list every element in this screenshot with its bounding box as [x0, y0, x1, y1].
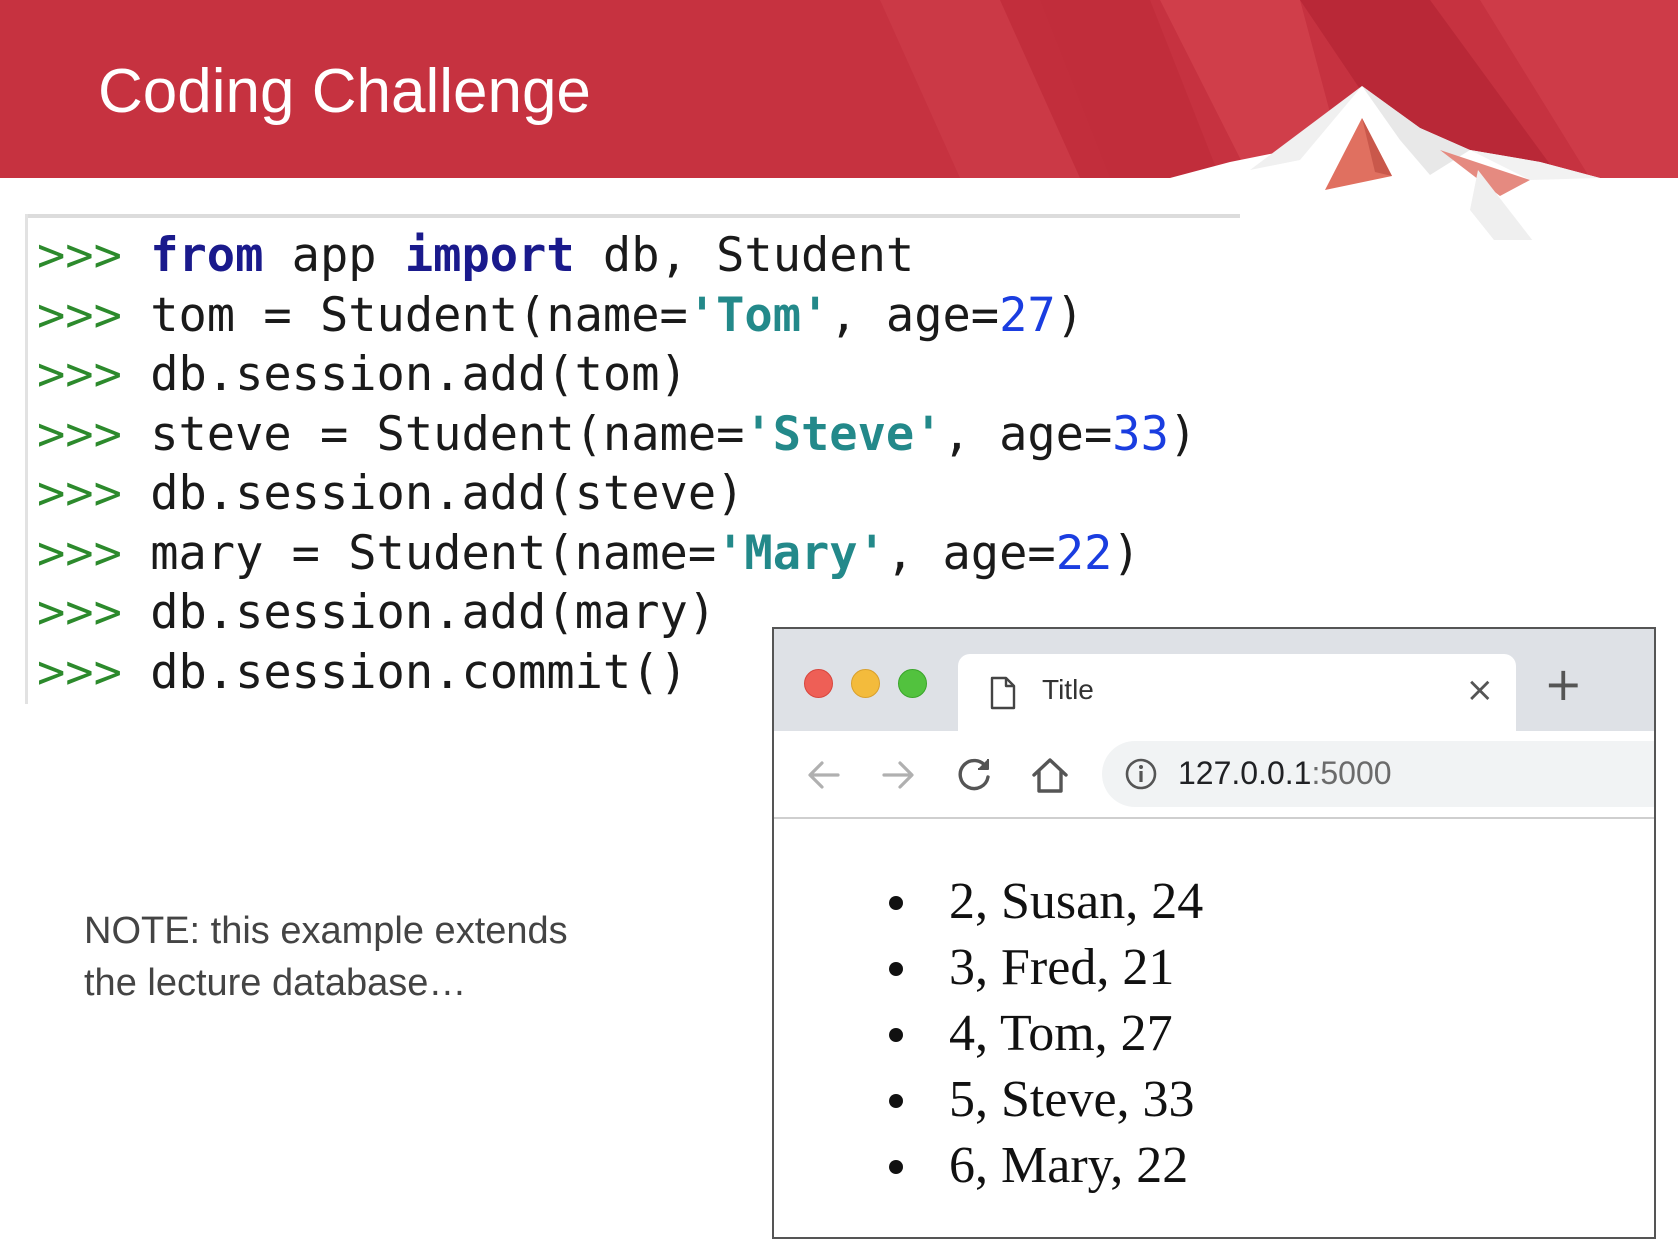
list-item: 3, Fred, 21: [889, 935, 1203, 1001]
code-text: mary = Student(name=: [150, 525, 717, 581]
code-text: db.session.add(steve): [150, 466, 745, 521]
code-string: 'Steve': [744, 406, 943, 462]
shell-prompt: >>>: [37, 525, 122, 581]
shell-prompt: >>>: [37, 585, 122, 640]
list-item: 4, Tom, 27: [889, 1001, 1203, 1067]
code-text: ): [1055, 287, 1084, 343]
list-item: 2, Susan, 24: [889, 869, 1203, 935]
bullet-icon: [889, 962, 903, 976]
bullet-icon: [889, 896, 903, 910]
browser-toolbar: 127.0.0.1:5000: [774, 731, 1654, 819]
code-keyword: import: [404, 228, 575, 283]
list-item: 6, Mary, 22: [889, 1133, 1203, 1199]
code-text: app: [263, 228, 405, 283]
code-number: 33: [1112, 406, 1169, 462]
code-text: db.session.commit(): [150, 644, 688, 700]
bullet-icon: [889, 1160, 903, 1174]
home-icon[interactable]: [1028, 753, 1072, 797]
info-icon[interactable]: [1124, 757, 1158, 791]
shell-prompt: >>>: [37, 406, 122, 462]
student-record: 6, Mary, 22: [949, 1137, 1189, 1194]
code-line: >>> db.session.add(steve): [37, 464, 1197, 524]
tab-title: Title: [1042, 674, 1094, 705]
note-line: the lecture database…: [84, 962, 467, 1004]
code-text: db.session.add(tom): [150, 347, 688, 402]
minimize-window-button[interactable]: [851, 669, 880, 698]
code-text: , age=: [942, 406, 1113, 462]
bullet-icon: [889, 1028, 903, 1042]
code-text: ): [1168, 406, 1198, 462]
code-line: >>> tom = Student(name='Tom', age=27): [37, 286, 1197, 346]
code-line: >>> db.session.add(tom): [37, 345, 1197, 405]
url-text: 127.0.0.1:5000: [1178, 755, 1392, 792]
slide-header: Coding Challenge: [0, 0, 1678, 240]
close-window-button[interactable]: [804, 669, 833, 698]
back-arrow-icon[interactable]: [802, 753, 846, 797]
page-content: 2, Susan, 24 3, Fred, 21 4, Tom, 27 5, Stev…: [774, 819, 1654, 1237]
maximize-window-button[interactable]: [898, 669, 927, 698]
note-line: NOTE: this example extends: [84, 910, 568, 952]
shell-prompt: >>>: [37, 287, 122, 343]
address-bar[interactable]: 127.0.0.1:5000: [1102, 741, 1654, 807]
forward-arrow-icon[interactable]: [876, 753, 920, 797]
slide-title: Coding Challenge: [98, 57, 591, 126]
code-text: , age=: [885, 525, 1056, 581]
url-port: :5000: [1311, 755, 1392, 791]
panel-left-border: [25, 214, 28, 704]
student-record: 2, Susan, 24: [949, 873, 1204, 930]
tab-strip: Title × +: [774, 629, 1654, 731]
code-line: >>> from app import db, Student: [37, 226, 1197, 286]
document-icon: [990, 676, 1016, 710]
code-text: ): [1112, 525, 1141, 581]
list-item: 5, Steve, 33: [889, 1067, 1203, 1133]
panel-top-border: [25, 214, 1240, 218]
code-text: , age=: [829, 287, 1000, 343]
shell-prompt: >>>: [37, 466, 122, 521]
code-text: db, Student: [574, 228, 915, 283]
student-list: 2, Susan, 24 3, Fred, 21 4, Tom, 27 5, Stev…: [889, 869, 1203, 1199]
shell-prompt: >>>: [37, 228, 122, 283]
code-text: db.session.add(mary): [150, 585, 717, 640]
url-host: 127.0.0.1: [1178, 755, 1312, 791]
browser-window: Title × + 127.0.0.1:5000 2, Susan, 24 3,…: [772, 627, 1656, 1239]
code-text: tom = Student(name=: [150, 287, 688, 343]
code-keyword: from: [150, 228, 264, 283]
code-text: steve = Student(name=: [150, 406, 745, 462]
student-record: 5, Steve, 33: [949, 1071, 1195, 1128]
code-line: >>> steve = Student(name='Steve', age=33…: [37, 405, 1197, 465]
student-record: 4, Tom, 27: [949, 1005, 1173, 1062]
code-number: 27: [999, 287, 1056, 343]
code-number: 22: [1055, 525, 1113, 581]
shell-prompt: >>>: [37, 347, 122, 402]
shell-prompt: >>>: [37, 644, 122, 700]
browser-tab[interactable]: Title ×: [958, 654, 1516, 731]
note-text: NOTE: this example extends the lecture d…: [84, 905, 704, 1009]
close-tab-icon[interactable]: ×: [1466, 668, 1495, 712]
code-string: 'Mary': [716, 525, 886, 581]
student-record: 3, Fred, 21: [949, 939, 1175, 996]
code-line: >>> mary = Student(name='Mary', age=22): [37, 524, 1197, 584]
reload-icon[interactable]: [952, 753, 996, 797]
code-string: 'Tom': [687, 287, 830, 343]
bullet-icon: [889, 1094, 903, 1108]
new-tab-button[interactable]: +: [1544, 659, 1583, 709]
